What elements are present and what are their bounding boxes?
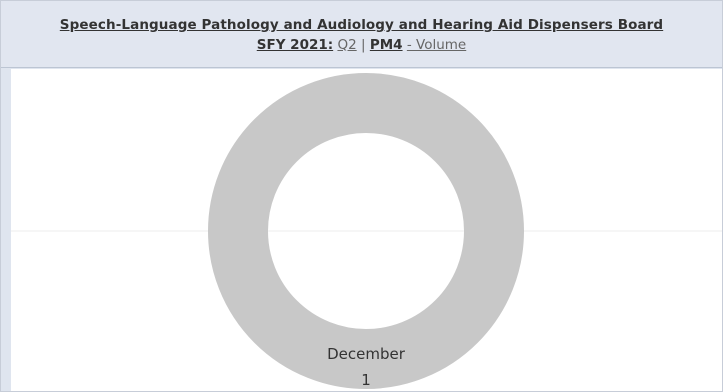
dashboard-panel: Speech-Language Pathology and Audiology …: [0, 0, 723, 392]
slice-value-label: 1: [361, 371, 371, 389]
measure-suffix[interactable]: - Volume: [407, 37, 466, 53]
chart-subtitle: SFY 2021: Q2 | PM4 - Volume: [1, 37, 722, 53]
donut-chart: December 1: [11, 73, 722, 389]
sfy-label[interactable]: SFY 2021:: [257, 37, 333, 53]
quarter-label[interactable]: Q2: [337, 37, 356, 53]
slice-category-label: December: [327, 345, 406, 363]
chart-plot-area: December 1: [11, 69, 722, 391]
chart-header: Speech-Language Pathology and Audiology …: [1, 1, 722, 68]
board-title[interactable]: Speech-Language Pathology and Audiology …: [1, 17, 722, 33]
subtitle-separator: |: [360, 37, 366, 53]
measure-label[interactable]: PM4: [370, 37, 403, 53]
